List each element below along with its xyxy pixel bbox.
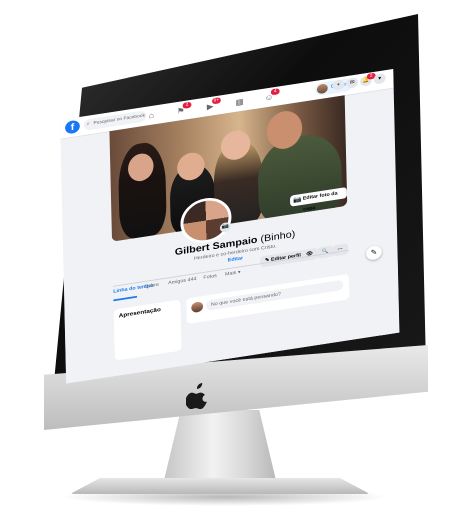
monitor-foot [70, 478, 370, 494]
intro-title: Apresentação [118, 306, 161, 320]
marketplace-icon[interactable]: ▦ [233, 95, 247, 109]
messenger-icon-glyph: ✉ [349, 80, 355, 86]
intro-card: Apresentação [113, 299, 182, 361]
apple-logo-icon [186, 383, 207, 409]
avatar [191, 301, 204, 314]
search-placeholder: Pesquisar no Facebook [93, 112, 146, 126]
notification-badge: 2 [182, 101, 192, 109]
active-tab-indicator [113, 295, 137, 302]
browser-screen: f ⌕ Pesquisar no Facebook ⌂⚑2▶9+▦☺4 Gilb… [60, 69, 400, 384]
messenger-icon[interactable]: ✉ [346, 76, 359, 89]
notification-badge: 9+ [211, 97, 221, 105]
groups-icon[interactable]: ☺ 4 [262, 88, 280, 104]
camera-icon[interactable]: 📷 [219, 221, 231, 233]
notification-badge: 4 [270, 88, 280, 96]
chevron-down-icon[interactable]: ▾ [373, 72, 386, 85]
facebook-logo-icon[interactable]: f [64, 119, 80, 135]
tab-photos[interactable]: Fotos [203, 273, 217, 280]
tab-more[interactable]: Mais ▾ [225, 270, 241, 277]
flag-icon[interactable]: ⚑ 2 [174, 101, 192, 118]
watch-icon[interactable]: ▶ 9+ [203, 97, 221, 113]
plus-icon-glyph: + [336, 82, 341, 88]
home-icon[interactable]: ⌂ [144, 108, 158, 122]
new-message-button[interactable]: ✎ [365, 244, 382, 261]
bell-icon[interactable]: 🔔 2 [359, 72, 376, 87]
camera-icon: 📷 [292, 196, 302, 204]
chevron-down-icon-glyph: ▾ [378, 75, 382, 82]
tab-friends[interactable]: Amigos 444 [168, 277, 197, 286]
cover-person [257, 129, 343, 228]
avatar [316, 83, 328, 95]
search-icon: ⌕ [86, 121, 91, 127]
tab-about[interactable]: Sobre [145, 282, 160, 289]
